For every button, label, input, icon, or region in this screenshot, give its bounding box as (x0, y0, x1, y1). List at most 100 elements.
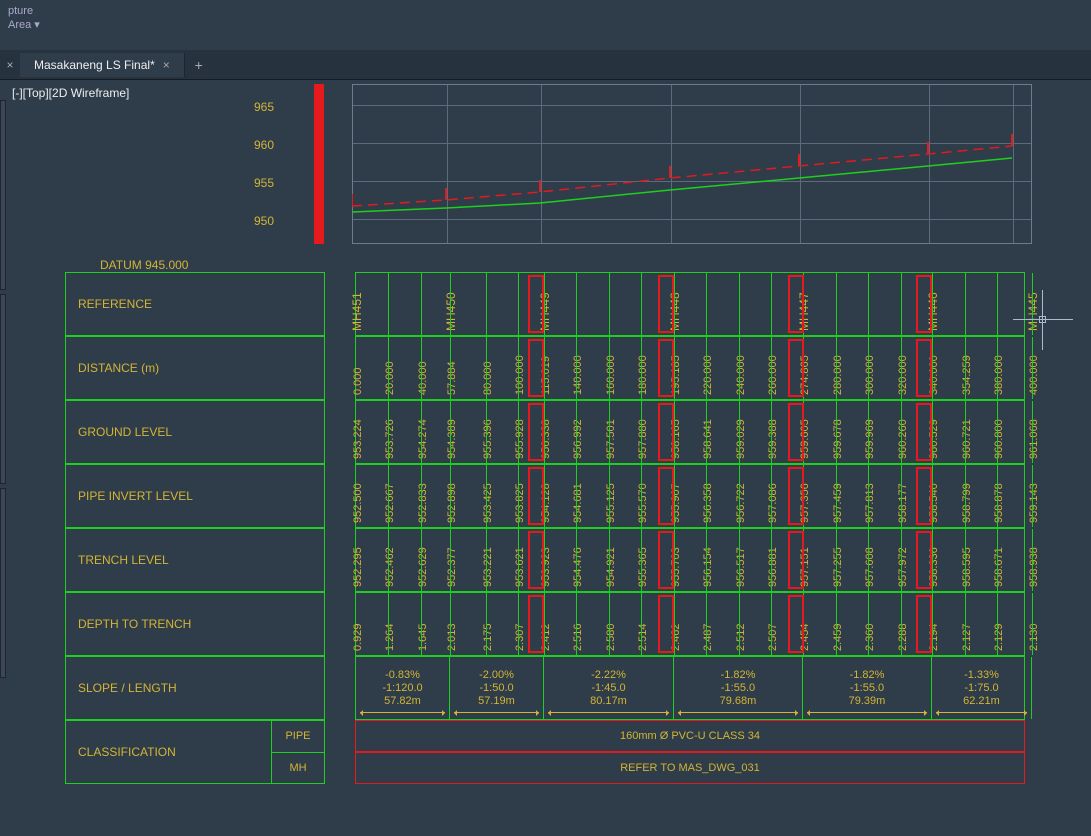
value-cell: 958.595 (961, 547, 973, 587)
value-cell: 2.454 (799, 623, 811, 651)
value-cell: 959.605 (799, 419, 811, 459)
label-pipe: PIPE (272, 721, 324, 753)
close-tab-icon[interactable]: × (163, 58, 170, 72)
value-cell: 952.898 (446, 483, 458, 523)
value-cell: 959.029 (735, 419, 747, 459)
value-cell: 959.388 (767, 419, 779, 459)
long-section-table: REFERENCE MH451MH450MH449MH448MH447MH446… (65, 272, 1025, 784)
value-cell: 2.507 (767, 623, 779, 651)
value-cell: 958.671 (993, 547, 1005, 587)
value-cell: 953.726 (384, 419, 396, 459)
value-cell: 955.125 (605, 483, 617, 523)
value-cell: 160.000 (605, 355, 617, 395)
viewport-label[interactable]: [-][Top][2D Wireframe] (12, 86, 129, 100)
value-cell: 956.992 (572, 419, 584, 459)
reference-label: MH445 (1026, 292, 1040, 331)
slope-segment: -2.22%-1:45.080.17m (544, 657, 674, 719)
value-cell: 955.703 (670, 547, 682, 587)
row-reference: REFERENCE MH451MH450MH449MH448MH447MH446… (65, 272, 1025, 336)
value-cell: 2.580 (605, 623, 617, 651)
value-cell: 957.813 (864, 483, 876, 523)
value-cell: 954.389 (446, 419, 458, 459)
value-cell: 952.295 (352, 547, 364, 587)
model-viewport[interactable]: [-][Top][2D Wireframe] 965 960 955 950 (0, 80, 1091, 836)
close-app-icon[interactable]: × (0, 58, 20, 72)
label-mh: MH (272, 753, 324, 784)
value-cell: 953.224 (352, 419, 364, 459)
value-cell: 956.517 (735, 547, 747, 587)
slope-segment: -1.82%-1:55.079.39m (803, 657, 932, 719)
value-cell: 952.667 (384, 483, 396, 523)
value-cell: 955.928 (514, 419, 526, 459)
value-cell: 2.512 (735, 623, 747, 651)
value-cell: 300.000 (864, 355, 876, 395)
y-axis-ticks: 965 960 955 950 (244, 84, 278, 244)
tool-palette-edge[interactable] (0, 100, 10, 700)
value-cell: 953.221 (482, 547, 494, 587)
reference-label: MH447 (797, 292, 811, 331)
document-tabs: × Masakaneng LS Final* × + (0, 50, 1091, 80)
value-cell: 2.360 (864, 623, 876, 651)
drawing-tab[interactable]: Masakaneng LS Final* × (20, 53, 185, 77)
value-cell: 2.130 (1028, 623, 1040, 651)
value-cell: 1.645 (417, 623, 429, 651)
value-cell: 952.377 (446, 547, 458, 587)
value-cell: 955.570 (637, 483, 649, 523)
label-slope: SLOPE / LENGTH (65, 656, 325, 720)
value-cell: 2.462 (670, 623, 682, 651)
value-cell: 952.629 (417, 547, 429, 587)
row-invert: PIPE INVERT LEVEL 952.500952.667952.8339… (65, 464, 1025, 528)
value-cell: 955.907 (670, 483, 682, 523)
value-cell: 2.288 (897, 623, 909, 651)
classification-mh: REFER TO MAS_DWG_031 (355, 752, 1025, 784)
label-distance: DISTANCE (m) (65, 336, 325, 400)
reference-label: MH451 (350, 292, 364, 331)
row-classification: CLASSIFICATION PIPE MH 160mm Ø PVC-U CLA… (65, 720, 1025, 784)
slope-segment: -2.00%-1:50.057.19m (450, 657, 544, 719)
value-cell: 957.880 (637, 419, 649, 459)
profile-graph: 965 960 955 950 (280, 84, 1032, 244)
value-cell: 957.501 (605, 419, 617, 459)
value-cell: 954.274 (417, 419, 429, 459)
value-cell: 274.865 (799, 355, 811, 395)
value-cell: 400.000 (1028, 355, 1040, 395)
data-classification: 160mm Ø PVC-U CLASS 34 REFER TO MAS_DWG_… (355, 720, 1025, 784)
value-cell: 240.000 (735, 355, 747, 395)
value-cell: 2.487 (702, 623, 714, 651)
value-cell: 957.608 (864, 547, 876, 587)
value-cell: 958.799 (961, 483, 973, 523)
label-reference: REFERENCE (65, 272, 325, 336)
value-cell: 957.356 (799, 483, 811, 523)
reference-label: MH449 (538, 292, 552, 331)
value-cell: 958.165 (670, 419, 682, 459)
value-cell: 952.462 (384, 547, 396, 587)
value-cell: 958.540 (928, 483, 940, 523)
add-tab-button[interactable]: + (185, 57, 213, 73)
value-cell: 2.412 (540, 623, 552, 651)
reference-label: MH448 (668, 292, 682, 331)
row-depth: DEPTH TO TRENCH 0.9291.2641.6452.0132.17… (65, 592, 1025, 656)
tab-label: Masakaneng LS Final* (34, 58, 155, 72)
slope-segment: -1.82%-1:55.079.68m (674, 657, 803, 719)
value-cell: 115.019 (540, 356, 552, 395)
value-cell: 958.878 (993, 483, 1005, 523)
value-cell: 960.529 (928, 419, 940, 459)
value-cell: 959.678 (832, 419, 844, 459)
slope-segment: -0.83%-1:120.057.82m (356, 657, 450, 719)
label-invert: PIPE INVERT LEVEL (65, 464, 325, 528)
label-ground: GROUND LEVEL (65, 400, 325, 464)
data-reference: MH451MH450MH449MH448MH447MH446MH445 (355, 272, 1025, 336)
reference-label: MH446 (926, 292, 940, 331)
value-cell: 0.929 (352, 623, 364, 651)
value-cell: 952.500 (352, 483, 364, 523)
value-cell: 180.000 (637, 355, 649, 395)
slope-segment: -1.33%-1:75.062.21m (932, 657, 1032, 719)
value-cell: 954.921 (605, 547, 617, 587)
value-cell: 957.151 (799, 547, 811, 587)
value-cell: 954.476 (572, 547, 584, 587)
value-cell: 957.459 (832, 483, 844, 523)
value-cell: 20.000 (384, 361, 396, 395)
value-cell: 320.000 (897, 355, 909, 395)
value-cell: 957.972 (897, 547, 909, 587)
data-trench: 952.295952.462952.629952.377953.221953.6… (355, 528, 1025, 592)
